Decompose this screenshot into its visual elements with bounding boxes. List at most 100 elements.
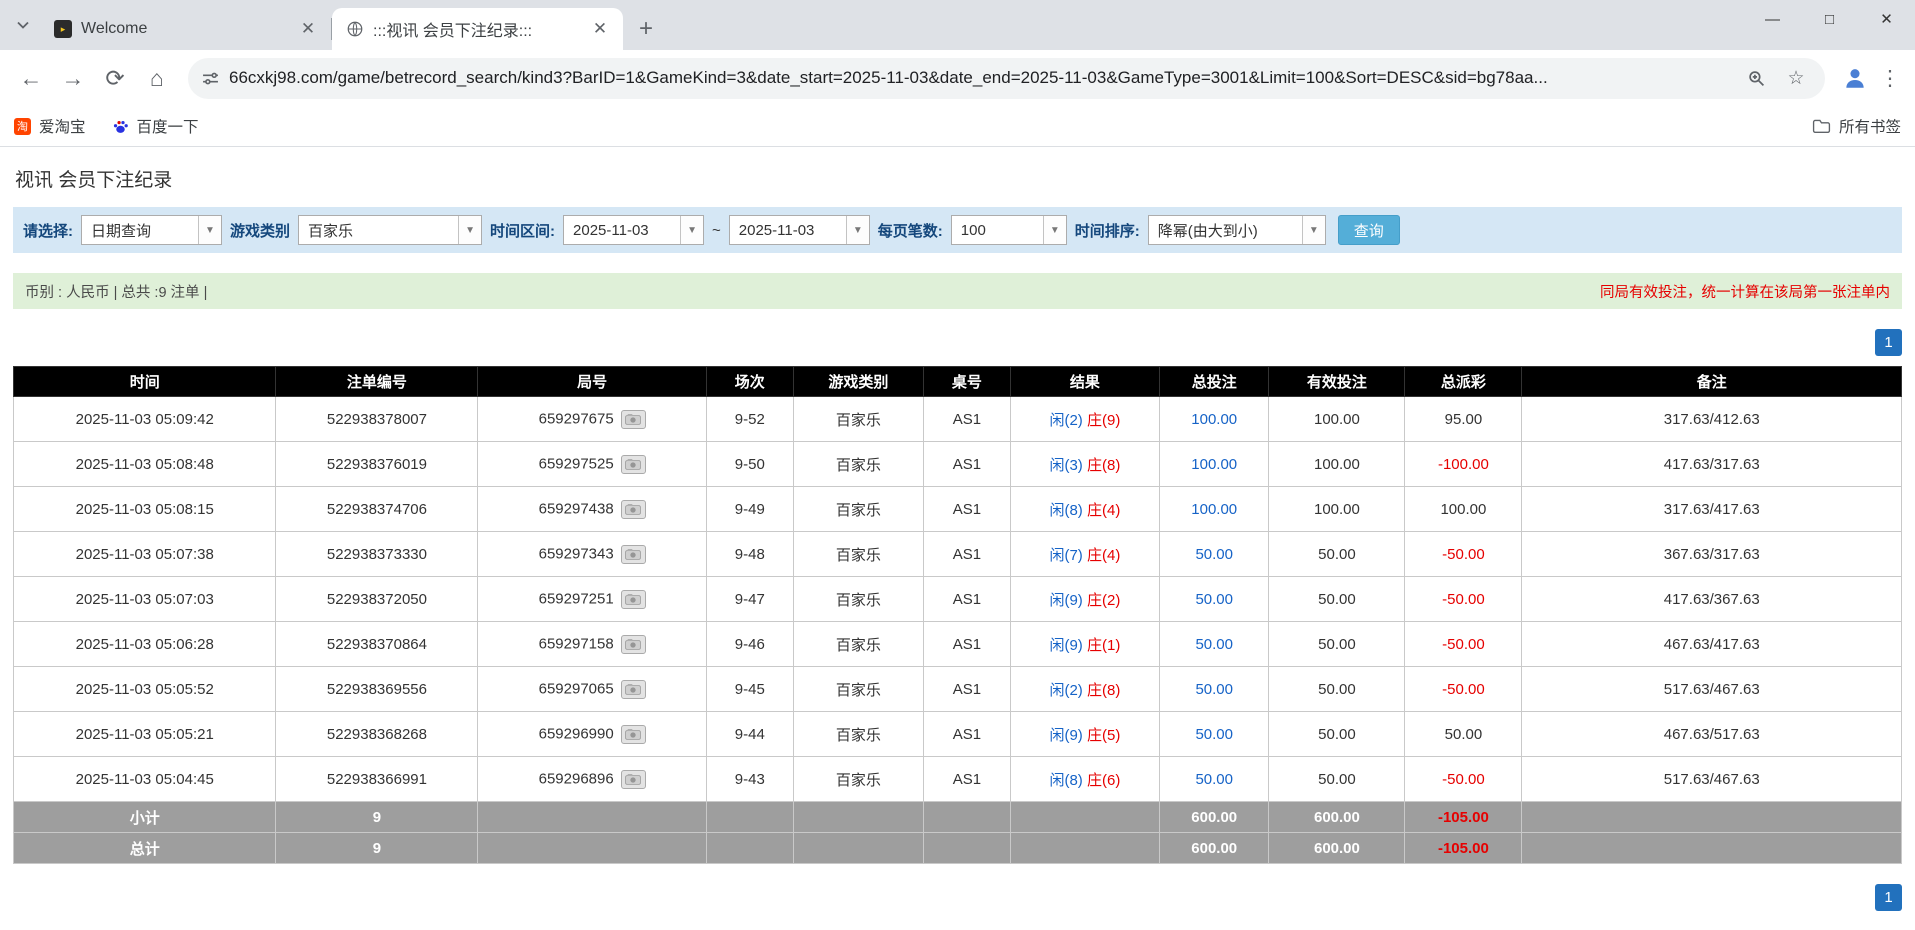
page-number-button[interactable]: 1 (1875, 329, 1902, 356)
subtotal-count: 9 (275, 801, 479, 833)
cell-time: 2025-11-03 05:04:45 (12, 756, 277, 802)
empty-cell (1521, 801, 1902, 833)
tab-close-icon[interactable]: ✕ (589, 18, 611, 40)
home-icon[interactable]: ⌂ (136, 57, 178, 99)
minimize-icon[interactable]: — (1744, 0, 1801, 38)
video-replay-icon[interactable] (620, 679, 646, 699)
table-row: 2025-11-03 05:07:03 522938372050 6592972… (12, 576, 1902, 622)
cell-table-no: AS1 (922, 576, 1011, 622)
video-replay-icon[interactable] (620, 589, 646, 609)
cell-bet-id: 522938370864 (275, 621, 479, 667)
tab-search-chevron-icon[interactable] (6, 8, 40, 42)
tab-close-icon[interactable]: ✕ (297, 18, 319, 40)
game-type-label: 游戏类别 (230, 222, 291, 240)
url-bar[interactable]: 66cxkj98.com/game/betrecord_search/kind3… (188, 57, 1825, 99)
cell-result: 闲(8) 庄(4) (1009, 486, 1160, 532)
cell-session: 9-48 (705, 531, 794, 577)
table-row: 2025-11-03 05:05:21 522938368268 6592969… (12, 711, 1902, 757)
cell-game-type: 百家乐 (792, 756, 924, 802)
subtotal-total-bet: 600.00 (1158, 801, 1270, 833)
maximize-icon[interactable]: □ (1801, 0, 1858, 38)
total-bet-link[interactable]: 50.00 (1195, 546, 1233, 563)
date-end-select[interactable]: 2025-11-03 ▼ (728, 215, 870, 245)
cell-bet-id: 522938369556 (275, 666, 479, 712)
all-bookmarks-label: 所有书签 (1838, 119, 1901, 136)
bookmark-aitaobao[interactable]: 淘 爱淘宝 (14, 115, 86, 137)
tab-title: Welcome (81, 20, 148, 37)
zoom-icon[interactable] (1741, 63, 1771, 93)
cell-result: 闲(8) 庄(6) (1009, 756, 1160, 802)
bookmark-star-icon[interactable]: ☆ (1781, 63, 1811, 93)
result-banker: 庄(4) (1086, 501, 1121, 519)
chevron-down-icon[interactable]: ▼ (845, 216, 869, 244)
close-icon[interactable]: ✕ (1858, 0, 1915, 38)
total-bet-link[interactable]: 50.00 (1195, 681, 1233, 698)
back-icon[interactable]: ← (10, 57, 52, 99)
video-replay-icon[interactable] (620, 454, 646, 474)
site-settings-icon[interactable] (202, 70, 219, 87)
all-bookmarks[interactable]: 所有书签 (1812, 115, 1901, 137)
cell-payout: -100.00 (1404, 441, 1523, 487)
table-row: 2025-11-03 05:07:38 522938373330 6592973… (12, 531, 1902, 577)
video-replay-icon[interactable] (620, 769, 646, 789)
video-replay-icon[interactable] (620, 634, 646, 654)
reload-icon[interactable]: ⟳ (94, 57, 136, 99)
video-replay-icon[interactable] (620, 724, 646, 744)
cell-time: 2025-11-03 05:07:03 (12, 576, 277, 622)
cell-bet-id: 522938376019 (275, 441, 479, 487)
chevron-down-icon[interactable]: ▼ (1301, 216, 1325, 244)
cell-result: 闲(3) 庄(8) (1009, 441, 1160, 487)
url-text[interactable]: 66cxkj98.com/game/betrecord_search/kind3… (229, 68, 1731, 88)
subtotal-label: 小计 (12, 801, 277, 833)
game-type-value: 百家乐 (308, 222, 354, 240)
total-bet-link[interactable]: 100.00 (1191, 501, 1237, 518)
total-bet-link[interactable]: 100.00 (1191, 456, 1237, 473)
cell-note: 317.63/417.63 (1521, 486, 1902, 532)
total-bet-link[interactable]: 50.00 (1195, 591, 1233, 608)
round-id: 659297438 (538, 499, 614, 517)
per-page-value: 100 (960, 221, 986, 239)
sort-select[interactable]: 降幂(由大到小) ▼ (1147, 215, 1326, 245)
chevron-down-icon[interactable]: ▼ (458, 216, 482, 244)
chevron-down-icon[interactable]: ▼ (198, 216, 221, 244)
per-page-select[interactable]: 100 ▼ (950, 215, 1067, 245)
profile-avatar[interactable] (1835, 58, 1875, 98)
chevron-down-icon[interactable]: ▼ (680, 216, 704, 244)
cell-total-bet: 100.00 (1158, 486, 1270, 532)
empty-cell (792, 801, 924, 833)
cell-round-id: 659297438 (477, 486, 707, 532)
new-tab-button[interactable]: + (629, 12, 663, 46)
page-number-button[interactable]: 1 (1875, 884, 1902, 911)
search-button[interactable]: 查询 (1337, 215, 1400, 245)
query-type-value: 日期查询 (91, 222, 152, 240)
page-content: 视讯 会员下注纪录 请选择: 日期查询 ▼ 游戏类别 百家乐 ▼ 时间区间: 2… (0, 165, 1915, 911)
game-type-select[interactable]: 百家乐 ▼ (298, 215, 483, 245)
total-bet-link[interactable]: 50.00 (1195, 771, 1233, 788)
query-type-select[interactable]: 日期查询 ▼ (81, 215, 222, 245)
total-total-bet: 600.00 (1158, 832, 1270, 864)
date-start-select[interactable]: 2025-11-03 ▼ (563, 215, 705, 245)
tab-bet-record[interactable]: :::视讯 会员下注纪录::: ✕ (332, 8, 623, 50)
cell-valid-bet: 50.00 (1268, 666, 1406, 712)
tab-welcome[interactable]: ▸ Welcome ✕ (40, 8, 331, 50)
cell-game-type: 百家乐 (792, 666, 924, 712)
total-bet-link[interactable]: 50.00 (1195, 636, 1233, 653)
video-replay-icon[interactable] (620, 544, 646, 564)
video-replay-icon[interactable] (620, 499, 646, 519)
bookmark-baidu[interactable]: 百度一下 (112, 115, 199, 137)
cell-payout: -50.00 (1404, 531, 1523, 577)
column-header: 局号 (477, 366, 707, 397)
total-bet-link[interactable]: 50.00 (1195, 726, 1233, 743)
summary-notice: 同局有效投注，统一计算在该局第一张注单内 (1600, 284, 1890, 301)
result-banker: 庄(8) (1086, 456, 1121, 474)
total-bet-link[interactable]: 100.00 (1191, 411, 1237, 428)
table-row: 2025-11-03 05:09:42 522938378007 6592976… (12, 396, 1902, 442)
cell-valid-bet: 50.00 (1268, 621, 1406, 667)
cell-time: 2025-11-03 05:06:28 (12, 621, 277, 667)
chevron-down-icon[interactable]: ▼ (1042, 216, 1066, 244)
globe-icon (346, 20, 364, 38)
window-controls: — □ ✕ (1744, 0, 1915, 38)
browser-menu-icon[interactable]: ⋮ (1875, 63, 1905, 93)
forward-icon[interactable]: → (52, 57, 94, 99)
video-replay-icon[interactable] (620, 409, 646, 429)
